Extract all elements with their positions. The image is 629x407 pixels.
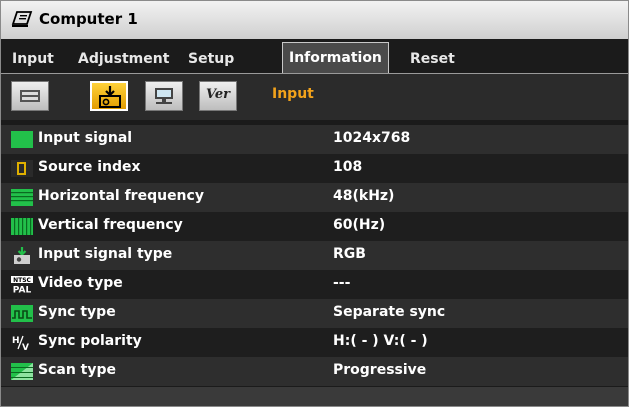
- input-source-icon: [99, 86, 121, 108]
- current-subtab-label: Input: [272, 86, 314, 102]
- version-icon: Ver: [205, 87, 230, 102]
- wired-lan-subtab-button[interactable]: [145, 81, 183, 111]
- info-label: Vertical frequency: [38, 217, 183, 233]
- svg-text:V: V: [22, 343, 29, 351]
- info-label: Input signal type: [38, 246, 173, 262]
- info-value: 108: [333, 159, 363, 175]
- info-row-horizontal-frequency: Horizontal frequency 48(kHz): [1, 183, 628, 212]
- info-row-sync-type: Sync type Separate sync: [1, 299, 628, 328]
- tab-adjustment[interactable]: Adjustment: [72, 44, 175, 74]
- info-value: Separate sync: [333, 304, 446, 320]
- version-subtab-button[interactable]: Ver: [199, 81, 237, 111]
- svg-text:NTSC: NTSC: [13, 277, 31, 284]
- tab-input[interactable]: Input: [6, 44, 60, 74]
- info-row-scan-type: Scan type Progressive: [1, 357, 628, 386]
- tab-information[interactable]: Information: [282, 42, 389, 74]
- usage-time-icon: [20, 90, 40, 102]
- info-value: RGB: [333, 246, 366, 262]
- vertical-frequency-icon: [11, 218, 33, 235]
- info-label: Sync type: [38, 304, 116, 320]
- input-subtab-button[interactable]: [90, 81, 128, 111]
- status-bar: [1, 387, 628, 406]
- info-value: ---: [333, 275, 351, 291]
- info-value: 1024x768: [333, 130, 411, 146]
- sync-polarity-icon: H V: [12, 335, 29, 351]
- video-type-icon: NTSC PAL: [11, 276, 33, 293]
- info-value: 60(Hz): [333, 217, 386, 233]
- horizontal-frequency-icon: [11, 189, 33, 206]
- title-bar: Computer 1: [1, 1, 628, 39]
- info-label: Horizontal frequency: [38, 188, 204, 204]
- info-row-vertical-frequency: Vertical frequency 60(Hz): [1, 212, 628, 241]
- information-subtabs: Ver: [1, 74, 628, 120]
- window-title: Computer 1: [39, 10, 138, 28]
- info-row-video-type: NTSC PAL Video type ---: [1, 270, 628, 299]
- scan-type-icon: [11, 363, 33, 380]
- info-row-input-signal: Input signal 1024x768: [1, 125, 628, 154]
- info-label: Input signal: [38, 130, 133, 146]
- wired-lan-icon: [155, 88, 173, 104]
- input-signal-icon: [11, 131, 33, 148]
- usage-time-subtab-button[interactable]: [11, 81, 49, 111]
- source-index-icon: [11, 160, 33, 177]
- info-label: Source index: [38, 159, 141, 175]
- info-label: Scan type: [38, 362, 117, 378]
- tab-reset[interactable]: Reset: [404, 44, 461, 74]
- svg-text:H: H: [12, 336, 20, 346]
- info-row-source-index: Source index 108: [1, 154, 628, 183]
- info-label: Video type: [38, 275, 123, 291]
- computer-input-icon: [11, 11, 33, 27]
- main-tabs: Input Adjustment Setup Information Reset: [1, 42, 628, 74]
- info-label: Sync polarity: [38, 333, 142, 349]
- sync-type-icon: [11, 305, 33, 322]
- info-value: 48(kHz): [333, 188, 395, 204]
- svg-text:PAL: PAL: [13, 286, 32, 294]
- info-value: Progressive: [333, 362, 427, 378]
- info-row-input-signal-type: Input signal type RGB: [1, 241, 628, 270]
- input-signal-type-icon: [14, 247, 30, 264]
- info-value: H:( - ) V:( - ): [333, 333, 428, 349]
- osd-menu: Computer 1 Input Adjustment Setup Inform…: [0, 0, 629, 407]
- tab-setup[interactable]: Setup: [182, 44, 240, 74]
- info-row-sync-polarity: H V Sync polarity H:( - ) V:( - ): [1, 328, 628, 357]
